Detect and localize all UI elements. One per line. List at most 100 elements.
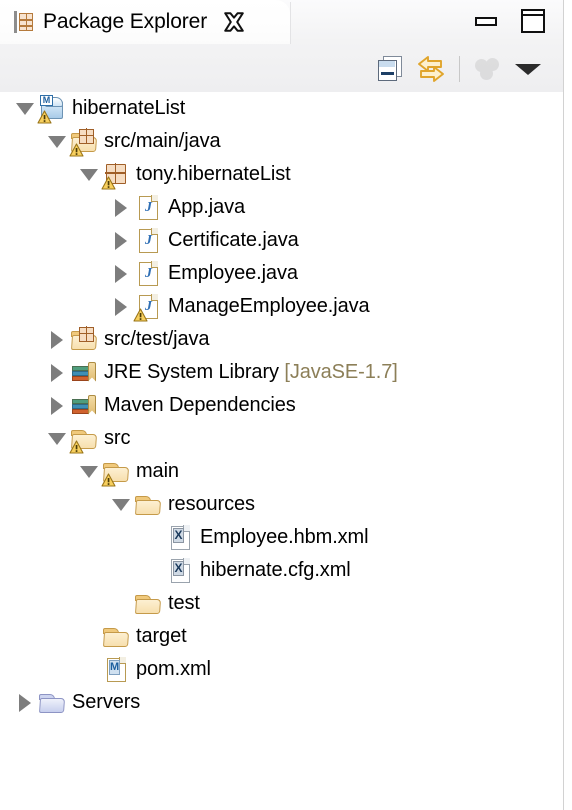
folder-icon <box>135 594 162 614</box>
tree-row-label: pom.xml <box>136 658 211 680</box>
tree-row[interactable]: Xhibernate.cfg.xml <box>0 554 563 587</box>
link-with-editor-button[interactable] <box>411 52 451 86</box>
focus-on-active-task-button[interactable] <box>468 52 508 86</box>
tree-row[interactable]: Mpom.xml <box>0 653 563 686</box>
java-file-icon: J <box>139 228 159 253</box>
tree-row[interactable]: J Certificate.java <box>0 224 563 257</box>
twisty-collapsed-icon[interactable] <box>110 257 132 290</box>
tree-row-icon: X <box>166 557 194 585</box>
tree-row[interactable]: J App.java <box>0 191 563 224</box>
tab-package-explorer[interactable]: Package Explorer <box>0 0 291 44</box>
folder-icon <box>135 495 162 515</box>
blue-folder-icon <box>39 693 66 713</box>
window-controls <box>474 8 546 34</box>
tree-row-label: tony.hibernateList <box>136 163 291 185</box>
xml-file-icon: X <box>171 558 191 583</box>
tree-row[interactable]: MhibernateList <box>0 92 563 125</box>
minimize-button[interactable] <box>474 10 498 32</box>
twisty-collapsed-icon[interactable] <box>46 356 68 389</box>
tree-row-icon: X <box>166 524 194 552</box>
tree-row[interactable]: J Employee.java <box>0 257 563 290</box>
tree-row[interactable]: JRE System Library [JavaSE-1.7] <box>0 356 563 389</box>
tree-row-label-suffix: [JavaSE-1.7] <box>284 361 398 383</box>
tree-row-label: Employee.hbm.xml <box>200 526 369 548</box>
tree-row[interactable]: main <box>0 455 563 488</box>
warning-decorator-icon <box>69 439 84 454</box>
tree-row[interactable]: Maven Dependencies <box>0 389 563 422</box>
tree-row-icon: J <box>134 260 162 288</box>
xml-file-icon: X <box>171 525 191 550</box>
toolbar-separator <box>459 56 460 82</box>
close-icon[interactable] <box>222 10 246 34</box>
tree-row-label: resources <box>168 493 255 515</box>
tree-row-label: src/main/java <box>104 130 221 152</box>
link-with-editor-icon <box>416 54 446 84</box>
tree-row-label: src/test/java <box>104 328 210 350</box>
collapse-all-button[interactable] <box>371 52 411 86</box>
tree-row-icon <box>69 128 98 157</box>
tree-row-label: App.java <box>168 196 246 218</box>
tree-row-icon <box>69 425 98 454</box>
tree-row-icon <box>134 590 162 618</box>
tree-row[interactable]: X Employee.hbm.xml <box>0 521 563 554</box>
tree-row[interactable]: src <box>0 422 563 455</box>
tree-row-icon: M <box>37 94 66 124</box>
twisty-collapsed-icon[interactable] <box>14 686 36 719</box>
tree-row-label: Maven Dependencies <box>104 394 296 416</box>
tree-row-icon: J <box>133 293 162 322</box>
tree-row[interactable]: tony.hibernateList <box>0 158 563 191</box>
twisty-collapsed-icon[interactable] <box>46 389 68 422</box>
tree-row[interactable]: Servers <box>0 686 563 719</box>
tree-row[interactable]: J ManageEmployee.java <box>0 290 563 323</box>
warning-decorator-icon <box>101 175 116 190</box>
spheres-icon <box>475 57 501 81</box>
tree-row-label: test <box>168 592 200 614</box>
warning-decorator-icon <box>133 307 148 322</box>
tree-row[interactable]: test <box>0 587 563 620</box>
view-toolbar <box>371 52 548 86</box>
tree-row[interactable]: src/main/java <box>0 125 563 158</box>
twisty-collapsed-icon[interactable] <box>46 323 68 356</box>
tree-row[interactable]: src/test/java <box>0 323 563 356</box>
tree-row[interactable]: target <box>0 620 563 653</box>
tree-row-label: src <box>104 427 131 449</box>
tree-row-icon <box>134 491 162 519</box>
view-right-border <box>563 0 564 810</box>
maven-file-icon: M <box>107 657 127 682</box>
twisty-expanded-icon[interactable] <box>14 92 36 125</box>
maximize-button[interactable] <box>520 8 546 34</box>
collapse-all-icon <box>378 56 404 82</box>
folder-icon <box>103 627 130 647</box>
warning-decorator-icon <box>101 472 116 487</box>
twisty-collapsed-icon[interactable] <box>110 191 132 224</box>
warning-decorator-icon <box>37 109 52 124</box>
tree-row[interactable]: resources <box>0 488 563 521</box>
twisty-collapsed-icon[interactable] <box>110 224 132 257</box>
tree-row-icon <box>38 689 66 717</box>
package-explorer-view: Package Explorer M hibernateList src/mai… <box>0 0 572 810</box>
tree-row-icon <box>101 161 130 190</box>
tree-row-icon: J <box>134 227 162 255</box>
tree-row-label: Certificate.java <box>168 229 299 251</box>
twisty-expanded-icon[interactable] <box>46 422 68 455</box>
project-tree[interactable]: MhibernateList src/main/java tony.hibernat… <box>0 92 563 810</box>
tree-row-label: JRE System Library [JavaSE-1.7] <box>104 361 398 383</box>
tree-row-label: Employee.java <box>168 262 298 284</box>
warning-decorator-icon <box>69 142 84 157</box>
tree-row-icon <box>70 326 98 354</box>
twisty-expanded-icon[interactable] <box>78 158 100 191</box>
twisty-expanded-icon[interactable] <box>78 455 100 488</box>
twisty-collapsed-icon[interactable] <box>110 290 132 323</box>
package-explorer-icon <box>14 11 34 33</box>
twisty-expanded-icon[interactable] <box>46 125 68 158</box>
view-menu-button[interactable] <box>508 52 548 86</box>
twisty-expanded-icon[interactable] <box>110 488 132 521</box>
tree-row-label: hibernate.cfg.xml <box>200 559 351 581</box>
tree-row-label: hibernateList <box>72 97 186 119</box>
tree-row-label: main <box>136 460 179 482</box>
view-header: Package Explorer <box>0 0 563 92</box>
